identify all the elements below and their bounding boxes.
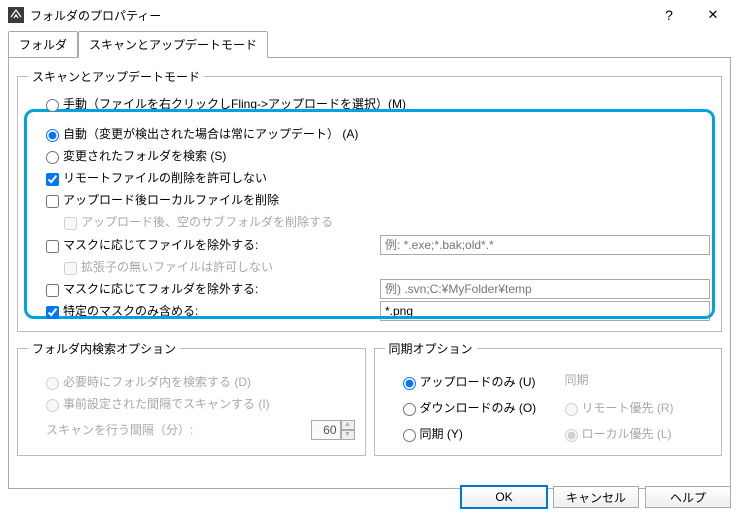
help-button[interactable]: ? xyxy=(647,1,691,29)
search-preset-interval-label: 事前設定された間隔でスキャンする (I) xyxy=(63,395,270,413)
delete-local-after-upload-check[interactable] xyxy=(46,195,59,208)
sync-label: 同期 (Y) xyxy=(420,425,463,443)
disallow-no-ext-label: 拡張子の無いファイルは許可しない xyxy=(81,258,273,276)
local-priority-label: ローカル優先 (L) xyxy=(582,425,672,443)
include-only-mask-check[interactable] xyxy=(46,306,59,319)
include-only-mask-label: 特定のマスクのみ含める: xyxy=(63,302,198,320)
delete-empty-subfolder-label: アップロード後、空のサブフォルダを削除する xyxy=(81,213,333,231)
mode-search-changed-radio[interactable] xyxy=(46,151,59,164)
remote-priority-label: リモート優先 (R) xyxy=(582,399,674,417)
tab-folder[interactable]: フォルダ xyxy=(8,31,78,58)
mode-manual-radio[interactable] xyxy=(46,99,59,112)
delete-empty-subfolder-check xyxy=(64,217,77,230)
window-title: フォルダのプロパティー xyxy=(30,7,647,24)
folder-search-legend: フォルダ内検索オプション xyxy=(28,340,180,357)
disallow-no-ext-check xyxy=(64,262,77,275)
remote-priority-radio xyxy=(565,403,578,416)
mode-auto-label: 自動（変更が検出された場合は常にアップデート） (A) xyxy=(63,125,358,143)
disallow-remote-delete-label: リモートファイルの削除を許可しない xyxy=(63,169,267,187)
exclude-file-mask-input xyxy=(380,235,710,255)
exclude-folder-mask-input xyxy=(380,279,710,299)
disallow-remote-delete-check[interactable] xyxy=(46,173,59,186)
scan-interval-input xyxy=(311,420,341,440)
mode-auto-radio[interactable] xyxy=(46,129,59,142)
delete-local-after-upload-label: アップロード後ローカルファイルを削除 xyxy=(63,191,279,209)
tab-scan-update[interactable]: スキャンとアップデートモード xyxy=(78,31,268,58)
scan-interval-up: ▲ xyxy=(341,420,355,430)
app-icon xyxy=(8,7,24,23)
close-button[interactable]: ✕ xyxy=(691,1,735,29)
include-only-mask-input[interactable] xyxy=(380,301,710,321)
download-only-label: ダウンロードのみ (O) xyxy=(420,399,537,417)
mode-search-changed-label: 変更されたフォルダを検索 (S) xyxy=(63,147,226,165)
local-priority-radio xyxy=(565,429,578,442)
sync-header: 同期 xyxy=(565,371,712,393)
scan-interval-down: ▼ xyxy=(341,430,355,440)
search-when-needed-radio xyxy=(46,377,59,390)
cancel-button[interactable]: キャンセル xyxy=(553,486,639,508)
upload-only-radio[interactable] xyxy=(403,377,416,390)
exclude-file-mask-label: マスクに応じてファイルを除外する: xyxy=(63,236,258,254)
exclude-folder-mask-label: マスクに応じてフォルダを除外する: xyxy=(63,280,258,298)
mode-manual-label: 手動（ファイルを右クリックしFling->アップロードを選択）(M) xyxy=(63,95,406,113)
exclude-file-mask-check[interactable] xyxy=(46,240,59,253)
search-when-needed-label: 必要時にフォルダ内を検索する (D) xyxy=(63,373,251,391)
scan-mode-legend: スキャンとアップデートモード xyxy=(28,68,204,85)
search-preset-interval-radio xyxy=(46,399,59,412)
exclude-folder-mask-check[interactable] xyxy=(46,284,59,297)
download-only-radio[interactable] xyxy=(403,403,416,416)
upload-only-label: アップロードのみ (U) xyxy=(420,373,536,391)
help-button-bottom[interactable]: ヘルプ xyxy=(645,486,731,508)
sync-opts-legend: 同期オプション xyxy=(385,340,477,357)
ok-button[interactable]: OK xyxy=(461,486,547,508)
scan-interval-label: スキャンを行う間隔（分）: xyxy=(46,421,311,439)
sync-radio[interactable] xyxy=(403,429,416,442)
